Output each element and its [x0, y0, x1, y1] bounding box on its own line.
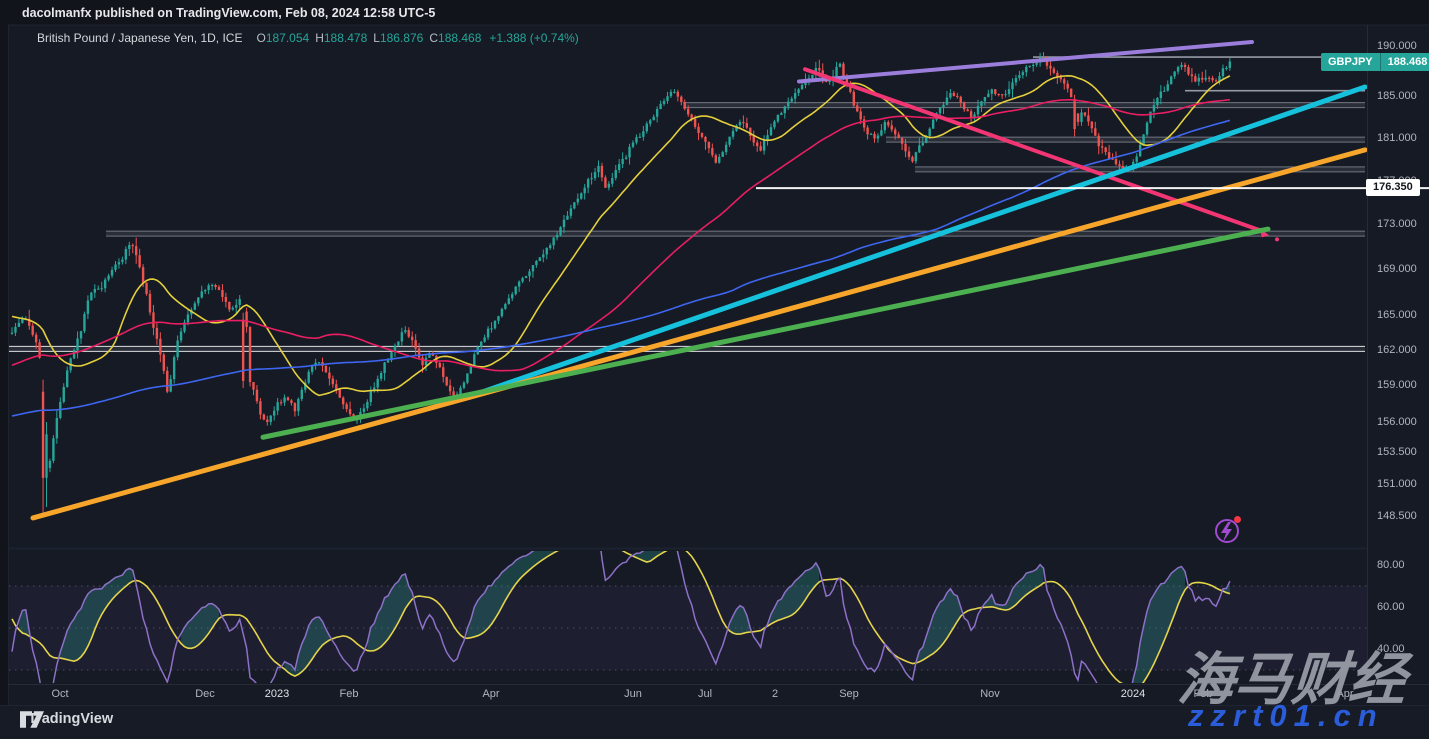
ohlc-letter: H	[315, 31, 324, 45]
publish-text: dacolmanfx published on TradingView.com,…	[22, 6, 435, 20]
uptrend-cyan	[462, 87, 1365, 399]
publish-bar: dacolmanfx published on TradingView.com,…	[22, 6, 435, 20]
ohlc-letter: C	[429, 31, 438, 45]
level-band	[106, 231, 1365, 236]
candles	[11, 52, 1231, 515]
ma-slow-blue	[12, 120, 1230, 416]
symbol-title: British Pound / Japanese Yen, 1D, ICE	[37, 31, 242, 45]
channel-top-purple	[799, 42, 1252, 81]
watermark-url: zzrt01.cn	[1188, 698, 1384, 734]
uptrend-orange	[33, 150, 1365, 518]
ohlc-values: O187.054 H188.478 L186.876 C188.468	[250, 31, 481, 45]
ohlc-value: 186.876	[380, 31, 423, 45]
main-pane	[9, 42, 1365, 518]
ohlc-letter: O	[256, 31, 265, 45]
tradingview-footer[interactable]: TradingView	[20, 711, 113, 727]
price-chart-svg[interactable]	[0, 0, 1429, 739]
tradingview-logo-icon[interactable]	[20, 711, 44, 728]
app-root: dacolmanfx published on TradingView.com,…	[0, 0, 1429, 739]
ohlc-value: 188.468	[438, 31, 481, 45]
last-price-badge: GBPJPY 188.468	[1321, 53, 1429, 71]
downtrend-pink	[805, 69, 1263, 231]
level-band	[886, 137, 1365, 142]
ohlc-letter: L	[373, 31, 380, 45]
idea-logo-icon	[1216, 516, 1241, 542]
ohlc-value: 187.054	[266, 31, 309, 45]
badge-price: 188.468	[1381, 53, 1429, 71]
price-axis[interactable]	[1368, 25, 1429, 684]
change-value: +1.388 (+0.74%)	[489, 31, 578, 45]
uptrend-green	[263, 229, 1268, 437]
ohlc-value: 188.478	[324, 31, 367, 45]
symbol-legend[interactable]: British Pound / Japanese Yen, 1D, ICEO18…	[37, 31, 579, 45]
level-price-badge: 176.350	[1366, 179, 1420, 196]
badge-symbol: GBPJPY	[1321, 53, 1381, 71]
